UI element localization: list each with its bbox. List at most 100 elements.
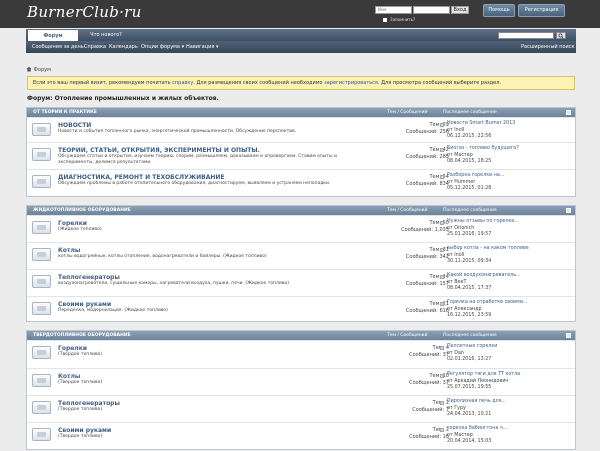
last-post: Горелка на отработке своими... от Алексан… <box>447 300 528 320</box>
last-post: Пеллетные горелки от Dan 02.01.2016, 13:27 <box>447 344 497 364</box>
forum-status-icon <box>32 302 51 315</box>
tab-forum[interactable]: Форум <box>28 30 78 41</box>
last-post-link[interactable]: Биогаз - топливо будущего? <box>447 146 519 153</box>
forum-row: Горелки (Жидкое топливо) Тем: 50 Сообщений:… <box>27 215 575 242</box>
forum-title-link[interactable]: Котлы <box>58 247 80 254</box>
post-count: Сообщений: 342 <box>405 254 449 260</box>
section-title[interactable]: ЖИДКОТОПЛИВНОЕ ОБОРУДОВАНИЕ <box>33 206 131 215</box>
main-nav: Форум Что нового? <box>26 29 576 41</box>
collapse-icon[interactable] <box>566 110 571 115</box>
forum-title-link[interactable]: Горелки <box>58 345 87 352</box>
last-post-date: 06.12.2015, 22:56 <box>447 134 492 140</box>
forum-status-icon <box>32 175 51 188</box>
forum-section: ТВЕРДОТОПЛИВНОЕ ОБОРУДОВАНИЕ Тем / Сообще… <box>26 330 576 450</box>
forum-row: Своими руками Переделка, модернизация. (Ж… <box>27 296 575 322</box>
breadcrumb: Форум <box>26 66 51 73</box>
collapse-icon[interactable] <box>566 208 571 213</box>
forum-description: Новости и события топленного рынка, энер… <box>58 129 297 134</box>
last-post: Нужны отзывы по горелке... от Orionich 25.… <box>447 219 519 239</box>
forum-description: (Твердое топливо) <box>58 407 103 412</box>
last-post-link[interactable]: Пеллетные горелки <box>447 344 497 351</box>
forum-options-menu[interactable]: Опции форума ▾ <box>141 41 184 53</box>
remember-me-label: Запомнить? <box>390 17 416 22</box>
last-post-icon <box>440 374 444 378</box>
last-post-link[interactable]: Разборка горелки на... <box>447 173 504 180</box>
forum-title-link[interactable]: Теплогенераторы <box>58 400 120 407</box>
forum-description: котлы водогрейные, котлы отопления, водо… <box>58 254 267 259</box>
last-post-icon <box>440 148 444 152</box>
faq-link[interactable]: Справка <box>84 41 106 53</box>
col-threads-header: Тем / Сообщений <box>387 333 428 338</box>
forum-title-link[interactable]: ДИАГНОСТИКА, РЕМОНТ И ТЕХОБСЛУЖИВАНИЕ <box>58 174 225 181</box>
forum-description: Переделка, модернизация. (Жидкое топливо… <box>58 308 168 313</box>
search-input[interactable] <box>498 32 554 39</box>
last-post-icon <box>440 428 444 432</box>
register-button[interactable]: Регистрация <box>518 4 565 17</box>
section-title[interactable]: ТВЕРДОТОПЛИВНОЕ ОБОРУДОВАНИЕ <box>33 331 131 340</box>
checkbox-icon[interactable] <box>383 18 387 22</box>
advanced-search-link[interactable]: Расширенный поиск <box>521 41 575 53</box>
last-post: Новости Smart Burner 2013 от Inoll 06.12.2… <box>447 121 515 141</box>
forum-title-link[interactable]: Котлы <box>58 373 80 380</box>
header-bar: BurnerClub·ru Имя Вход Запомнить? Помощь… <box>0 0 600 28</box>
help-button[interactable]: Помощь <box>483 4 515 17</box>
col-last-post-header: Последнее сообщение <box>443 110 497 115</box>
page-title: Форум: Отопление промышленных и жилых об… <box>27 95 219 102</box>
post-count: Сообщений: 157 <box>405 281 449 287</box>
collapse-icon[interactable] <box>566 333 571 338</box>
tab-whats-new[interactable]: Что нового? <box>82 29 130 41</box>
post-count: Сообщений: 1,035 <box>401 227 449 233</box>
search-icon <box>558 33 564 39</box>
calendar-link[interactable]: Календарь <box>109 41 138 53</box>
last-post-date: 20.04.2014, 15:03 <box>447 439 492 445</box>
last-post-link[interactable]: Нужны отзывы по горелке... <box>447 219 519 226</box>
password-field[interactable] <box>413 6 450 14</box>
last-post-link[interactable]: Горелка на отработке своими... <box>447 300 528 307</box>
last-post-date: 30.11.2015, 09:34 <box>447 259 492 265</box>
post-count: Сообщений: 616 <box>405 308 449 314</box>
forum-status-icon <box>32 374 51 387</box>
forum-title-link[interactable]: Горелки <box>58 220 87 227</box>
forum-title-link[interactable]: Своими руками <box>58 427 111 434</box>
notice-help-link[interactable]: справку <box>172 80 193 86</box>
last-post-icon <box>440 275 444 279</box>
last-post: выбор котла - на каком топливе от Inoll 30… <box>447 246 529 266</box>
last-post: Регулятор тяги для ТТ котла от Аркадий Ле… <box>447 372 520 392</box>
notice-register-link[interactable]: зарегистрироваться <box>324 80 378 86</box>
last-post: горелка бабингтона ч... от Мастер 20.04.20… <box>447 426 507 446</box>
last-post-icon <box>440 175 444 179</box>
last-post-link[interactable]: Регулятор тяги для ТТ котла <box>447 372 520 379</box>
site-logo[interactable]: BurnerClub·ru <box>27 3 142 21</box>
last-post-date: 02.01.2016, 13:27 <box>447 357 492 363</box>
last-post-link[interactable]: выбор котла - на каком топливе <box>447 246 529 253</box>
last-post-icon <box>440 401 444 405</box>
forum-row: ДИАГНОСТИКА, РЕМОНТ И ТЕХОБСЛУЖИВАНИЕ Обс… <box>27 169 575 197</box>
login-button[interactable]: Вход <box>451 6 469 14</box>
post-count: Сообщений: 256 <box>405 129 449 135</box>
section-header: ТВЕРДОТОПЛИВНОЕ ОБОРУДОВАНИЕ Тем / Сообще… <box>27 331 575 340</box>
notice-prefix: Если это ваш первый визит, рекомендуем п… <box>33 80 173 86</box>
forum-title-link[interactable]: Своими руками <box>58 301 111 308</box>
forum-row: Теплогенераторы воздухонагреватели, сушил… <box>27 269 575 296</box>
forum-title-link[interactable]: НОВОСТИ <box>58 122 91 129</box>
username-field[interactable]: Имя <box>375 6 412 14</box>
forum-status-icon <box>32 221 51 234</box>
section-title[interactable]: ОТ ТЕОРИИ К ПРАКТИКЕ <box>33 108 97 117</box>
forum-description: воздухонагреватели, сушильные камеры, на… <box>58 281 289 286</box>
last-post-link[interactable]: горелка бабингтона ч... <box>447 426 507 433</box>
last-post-date: 25.01.2016, 19:57 <box>447 232 492 238</box>
search-button[interactable] <box>556 32 566 39</box>
forum-title-link[interactable]: Теплогенераторы <box>58 274 120 281</box>
remember-me-checkbox[interactable]: Запомнить? <box>383 17 415 23</box>
forum-description: (Твердое топливо) <box>58 352 103 357</box>
home-icon[interactable] <box>26 66 32 72</box>
forum-title-link[interactable]: ТЕОРИИ, СТАТЬИ, ОТКРЫТИЯ, ЭКСПЕРИМЕНТЫ И… <box>58 147 260 154</box>
navigation-menu[interactable]: Навигация ▾ <box>186 41 218 53</box>
last-post-link[interactable]: Какой воздухонагреватель... <box>447 273 521 280</box>
last-post-link[interactable]: Пиролизная печь для... <box>447 399 506 406</box>
last-post-icon <box>440 302 444 306</box>
todays-posts-link[interactable]: Сообщения за день <box>32 41 84 53</box>
breadcrumb-forum-link[interactable]: Форум <box>34 67 51 73</box>
last-post-link[interactable]: Новости Smart Burner 2013 <box>447 121 515 128</box>
last-post-icon <box>440 346 444 350</box>
